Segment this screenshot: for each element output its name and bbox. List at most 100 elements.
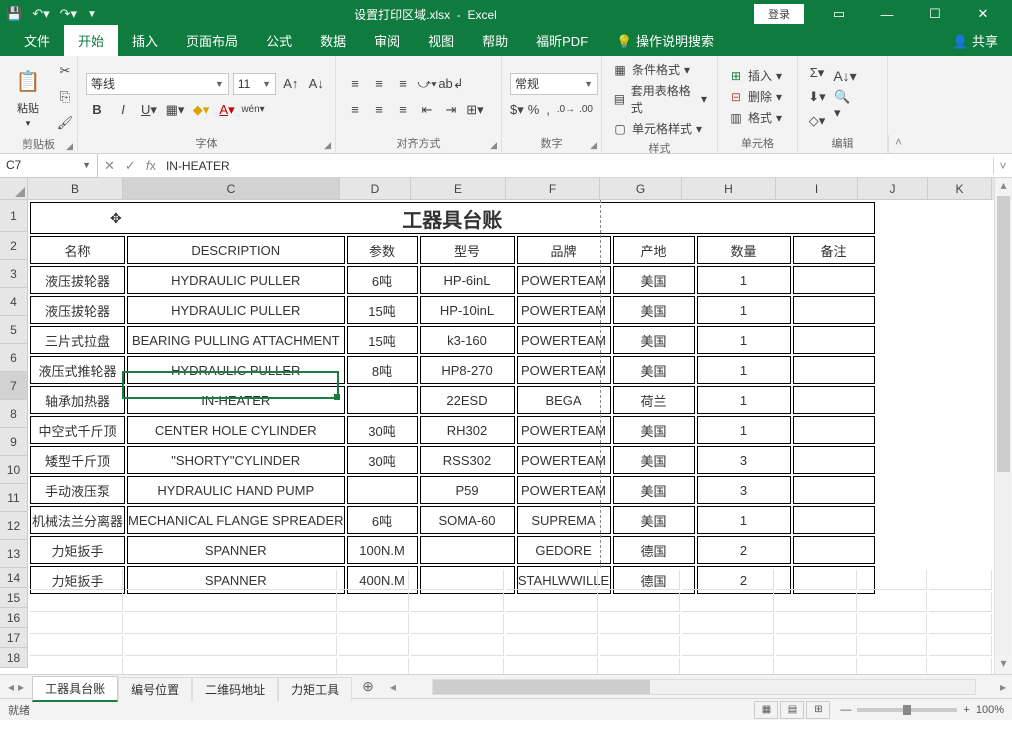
cell[interactable] xyxy=(793,266,875,294)
tab-insert[interactable]: 插入 xyxy=(118,25,172,56)
cell[interactable]: P59 xyxy=(420,476,515,504)
cell[interactable]: 美国 xyxy=(613,476,695,504)
cell[interactable] xyxy=(347,386,418,414)
currency-icon[interactable]: $▾ xyxy=(510,99,524,121)
new-sheet-button[interactable]: ⊕ xyxy=(352,675,384,698)
cell[interactable]: 15吨 xyxy=(347,296,418,324)
tab-foxit[interactable]: 福昕PDF xyxy=(522,25,602,56)
cell[interactable]: 美国 xyxy=(613,506,695,534)
cell[interactable]: HP-10inL xyxy=(420,296,515,324)
cancel-formula-icon[interactable]: ✕ xyxy=(104,158,115,174)
cell[interactable] xyxy=(793,506,875,534)
cell[interactable] xyxy=(793,476,875,504)
name-box[interactable]: C7▼ xyxy=(0,154,98,178)
sheet-tab[interactable]: 二维码地址 xyxy=(192,677,278,701)
find-select-icon[interactable]: 🔍▾ xyxy=(834,94,856,116)
cell[interactable]: 1 xyxy=(697,386,791,414)
zoom-out-icon[interactable]: — xyxy=(840,704,851,716)
sort-filter-icon[interactable]: A↓▾ xyxy=(834,66,856,88)
cell[interactable]: 15吨 xyxy=(347,326,418,354)
cell[interactable]: 荷兰 xyxy=(613,386,695,414)
row-header[interactable]: 4 xyxy=(0,288,28,316)
cell[interactable]: k3-160 xyxy=(420,326,515,354)
cell[interactable]: 手动液压泵 xyxy=(30,476,125,504)
tab-file[interactable]: 文件 xyxy=(10,25,64,56)
cell[interactable]: IN-HEATER xyxy=(127,386,345,414)
decrease-indent-icon[interactable]: ⇤ xyxy=(416,99,438,121)
align-middle-icon[interactable]: ≡ xyxy=(368,73,390,95)
column-header[interactable]: D xyxy=(340,178,411,200)
row-header[interactable]: 3 xyxy=(0,260,28,288)
increase-font-icon[interactable]: A↑ xyxy=(280,73,301,95)
cell[interactable]: 30吨 xyxy=(347,416,418,444)
cell[interactable] xyxy=(420,536,515,564)
fill-icon[interactable]: ⬇▾ xyxy=(806,86,828,108)
select-all-corner[interactable] xyxy=(0,178,28,200)
vertical-scrollbar[interactable]: ▴ ▾ xyxy=(995,178,1012,674)
cell[interactable]: POWERTEAM xyxy=(517,446,611,474)
phonetic-button[interactable]: wén▾ xyxy=(242,99,264,121)
cell[interactable]: 30吨 xyxy=(347,446,418,474)
column-header[interactable]: H xyxy=(682,178,776,200)
dialog-launcher-icon[interactable]: ◢ xyxy=(66,141,73,152)
format-as-table-button[interactable]: ▤套用表格格式▾ xyxy=(610,81,709,117)
sheet-tab[interactable]: 力矩工具 xyxy=(278,677,352,701)
row-header[interactable]: 2 xyxy=(0,232,28,260)
dialog-launcher-icon[interactable]: ◢ xyxy=(490,140,497,151)
decrease-decimal-icon[interactable]: .00 xyxy=(579,99,593,121)
cell[interactable]: 德国 xyxy=(613,536,695,564)
cell[interactable]: 液压拔轮器 xyxy=(30,266,125,294)
row-header[interactable]: 12 xyxy=(0,512,28,540)
cell[interactable]: 美国 xyxy=(613,296,695,324)
row-header[interactable]: 13 xyxy=(0,540,28,568)
column-header[interactable]: F xyxy=(506,178,600,200)
undo-icon[interactable]: ↶▾ xyxy=(32,6,49,22)
cell[interactable]: 液压式推轮器 xyxy=(30,356,125,384)
align-bottom-icon[interactable]: ≡ xyxy=(392,73,414,95)
hscroll-right-icon[interactable]: ▸ xyxy=(994,680,1012,694)
cell[interactable] xyxy=(793,536,875,564)
cell[interactable]: 液压拔轮器 xyxy=(30,296,125,324)
column-header[interactable]: B xyxy=(28,178,123,200)
row-header[interactable]: 18 xyxy=(0,648,28,668)
share-button[interactable]: 👤 共享 xyxy=(938,25,1012,56)
horizontal-scrollbar[interactable] xyxy=(432,679,976,695)
cell[interactable] xyxy=(347,476,418,504)
page-layout-view-icon[interactable]: ▤ xyxy=(780,701,804,719)
cell[interactable]: 1 xyxy=(697,266,791,294)
normal-view-icon[interactable]: ▦ xyxy=(754,701,778,719)
cell[interactable]: RSS302 xyxy=(420,446,515,474)
dialog-launcher-icon[interactable]: ◢ xyxy=(590,140,597,151)
merge-button[interactable]: ⊞▾ xyxy=(464,99,486,121)
column-header[interactable]: C xyxy=(123,178,340,200)
fill-color-button[interactable]: ◆▾ xyxy=(190,99,212,121)
format-painter-icon[interactable]: 🖌 xyxy=(54,112,76,134)
dialog-launcher-icon[interactable]: ◢ xyxy=(324,140,331,151)
zoom-in-icon[interactable]: + xyxy=(963,704,969,716)
increase-indent-icon[interactable]: ⇥ xyxy=(440,99,462,121)
cell[interactable]: 矮型千斤顶 xyxy=(30,446,125,474)
percent-icon[interactable]: % xyxy=(528,99,540,121)
cut-icon[interactable]: ✂ xyxy=(54,60,76,82)
cell[interactable]: 美国 xyxy=(613,356,695,384)
cell[interactable] xyxy=(793,326,875,354)
cell[interactable]: 2 xyxy=(697,536,791,564)
cell[interactable]: 3 xyxy=(697,446,791,474)
row-header[interactable]: 6 xyxy=(0,344,28,372)
tab-review[interactable]: 审阅 xyxy=(360,25,414,56)
row-header[interactable]: 16 xyxy=(0,608,28,628)
column-header[interactable]: G xyxy=(600,178,682,200)
conditional-format-button[interactable]: ▦条件格式▾ xyxy=(610,60,709,79)
cell[interactable]: HYDRAULIC HAND PUMP xyxy=(127,476,345,504)
tab-home[interactable]: 开始 xyxy=(64,25,118,56)
insert-cells-button[interactable]: ⊞插入▾ xyxy=(726,66,784,85)
maximize-icon[interactable]: ☐ xyxy=(912,3,958,25)
cell[interactable]: RH302 xyxy=(420,416,515,444)
tab-formulas[interactable]: 公式 xyxy=(252,25,306,56)
cell[interactable]: 美国 xyxy=(613,446,695,474)
ribbon-options-icon[interactable]: ▭ xyxy=(816,3,862,25)
wrap-text-icon[interactable]: ab↲ xyxy=(440,73,462,95)
autosum-icon[interactable]: Σ▾ xyxy=(806,62,828,84)
cell[interactable]: 轴承加热器 xyxy=(30,386,125,414)
cell[interactable]: 6吨 xyxy=(347,506,418,534)
